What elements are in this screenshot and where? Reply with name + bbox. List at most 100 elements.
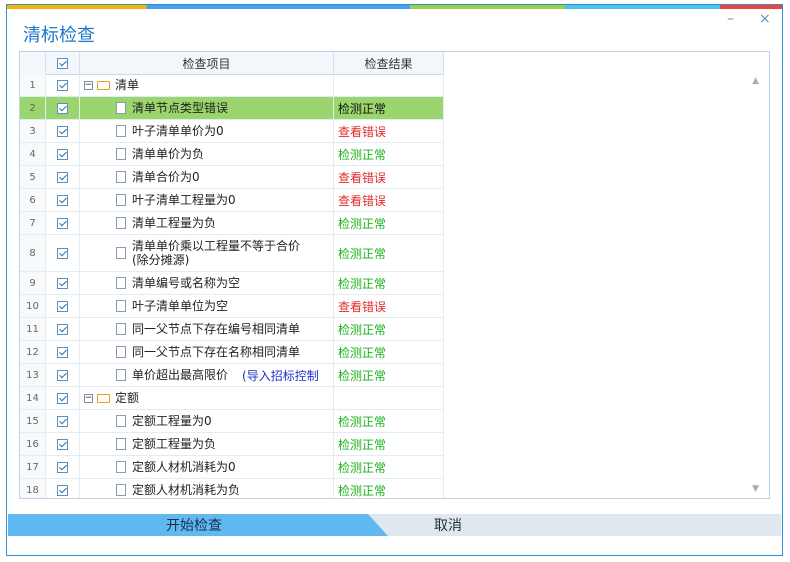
table-row[interactable]: 12 同一父节点下存在名称相同清单 检测正常 <box>20 341 444 364</box>
row-item: 单价超出最高限价 (导入招标控制 <box>80 364 334 386</box>
header-select-all[interactable] <box>46 52 80 74</box>
table-row[interactable]: 9 清单编号或名称为空 检测正常 <box>20 272 444 295</box>
row-item-note: (导入招标控制 <box>242 368 319 383</box>
document-icon <box>116 125 126 137</box>
table-row[interactable]: 18 定额人材机消耗为负 检测正常 <box>20 479 444 498</box>
checkbox-icon[interactable] <box>57 369 68 381</box>
collapse-toggle-icon[interactable]: − <box>84 393 93 403</box>
row-checkbox-cell[interactable] <box>46 295 80 317</box>
row-item-label: 清单单价为负 <box>132 147 205 161</box>
checkbox-icon[interactable] <box>57 461 68 473</box>
scroll-up-icon[interactable]: ▲ <box>752 76 759 86</box>
row-item: 清单合价为0 <box>80 166 334 188</box>
row-checkbox-cell[interactable] <box>46 410 80 432</box>
document-icon <box>116 438 126 450</box>
checkbox-icon[interactable] <box>57 57 68 69</box>
row-checkbox-cell[interactable] <box>46 166 80 188</box>
row-checkbox-cell[interactable] <box>46 97 80 119</box>
row-checkbox-cell[interactable] <box>46 272 80 294</box>
row-checkbox-cell[interactable] <box>46 212 80 234</box>
row-number: 10 <box>20 295 46 317</box>
checkbox-icon[interactable] <box>57 247 68 259</box>
checkbox-icon[interactable] <box>57 194 68 206</box>
checkbox-icon[interactable] <box>57 171 68 183</box>
checkbox-icon[interactable] <box>57 79 68 91</box>
row-checkbox-cell[interactable] <box>46 456 80 478</box>
checkbox-icon[interactable] <box>57 277 68 289</box>
table-row[interactable]: 3 叶子清单单价为0 查看错误 <box>20 120 444 143</box>
row-number: 6 <box>20 189 46 211</box>
checkbox-icon[interactable] <box>57 102 68 114</box>
check-dialog: 清标检查 – × 检查项目 检查结果 1− 清单 2 清单节点类型错误 检测正常 3 叶子清… <box>6 4 783 556</box>
checkbox-icon[interactable] <box>57 125 68 137</box>
row-checkbox-cell[interactable] <box>46 341 80 363</box>
row-item: 同一父节点下存在名称相同清单 <box>80 341 334 363</box>
row-checkbox-cell[interactable] <box>46 364 80 386</box>
row-item: 清单编号或名称为空 <box>80 272 334 294</box>
row-result[interactable]: 查看错误 <box>334 120 444 142</box>
table-row[interactable]: 2 清单节点类型错误 检测正常 <box>20 97 444 120</box>
document-icon <box>116 171 126 183</box>
checkbox-icon[interactable] <box>57 217 68 229</box>
scroll-down-icon[interactable]: ▼ <box>752 484 759 494</box>
row-result[interactable]: 查看错误 <box>334 189 444 211</box>
row-checkbox-cell[interactable] <box>46 120 80 142</box>
row-result: 检测正常 <box>334 433 444 455</box>
checkbox-icon[interactable] <box>57 300 68 312</box>
checkbox-icon[interactable] <box>57 346 68 358</box>
row-checkbox-cell[interactable] <box>46 387 80 409</box>
row-checkbox-cell[interactable] <box>46 235 80 271</box>
table-row[interactable]: 11 同一父节点下存在编号相同清单 检测正常 <box>20 318 444 341</box>
table-row[interactable]: 5 清单合价为0 查看错误 <box>20 166 444 189</box>
document-icon <box>116 415 126 427</box>
row-item-label: 定额人材机消耗为负 <box>132 483 241 497</box>
table-row[interactable]: 10 叶子清单单位为空 查看错误 <box>20 295 444 318</box>
table-row[interactable]: 6 叶子清单工程量为0 查看错误 <box>20 189 444 212</box>
collapse-toggle-icon[interactable]: − <box>84 80 93 90</box>
row-number: 14 <box>20 387 46 409</box>
row-item: 清单单价为负 <box>80 143 334 165</box>
row-checkbox-cell[interactable] <box>46 433 80 455</box>
row-result[interactable]: 查看错误 <box>334 166 444 188</box>
row-item: 定额工程量为0 <box>80 410 334 432</box>
table-row[interactable]: 14 − 定额 <box>20 387 444 410</box>
row-checkbox-cell[interactable] <box>46 143 80 165</box>
row-item-label: 清单 <box>115 78 140 92</box>
row-number: 1 <box>20 74 46 96</box>
row-number: 8 <box>20 235 46 271</box>
document-icon <box>116 484 126 496</box>
row-checkbox-cell[interactable] <box>46 74 80 96</box>
checkbox-icon[interactable] <box>57 484 68 496</box>
row-item: 定额人材机消耗为0 <box>80 456 334 478</box>
grid-rows: 1 − 清单 2 清单节点类型错误 检测正常 3 叶子清单单价为0 查看错误 4 清单单价为负 检测正… <box>20 74 444 498</box>
table-row[interactable]: 13 单价超出最高限价 (导入招标控制 检测正常 <box>20 364 444 387</box>
table-row[interactable]: 15 定额工程量为0 检测正常 <box>20 410 444 433</box>
table-row[interactable]: 16 定额工程量为负 检测正常 <box>20 433 444 456</box>
row-item: 清单节点类型错误 <box>80 97 334 119</box>
row-result[interactable]: 查看错误 <box>334 295 444 317</box>
row-item-label: 定额人材机消耗为0 <box>132 460 236 474</box>
minimize-button[interactable]: – <box>727 11 734 27</box>
checkbox-icon[interactable] <box>57 323 68 335</box>
cancel-button[interactable]: 取消 <box>398 514 498 536</box>
checkbox-icon[interactable] <box>57 438 68 450</box>
close-button[interactable]: × <box>759 11 771 27</box>
row-checkbox-cell[interactable] <box>46 189 80 211</box>
row-number: 16 <box>20 433 46 455</box>
table-row[interactable]: 1 − 清单 <box>20 74 444 97</box>
table-row[interactable]: 4 清单单价为负 检测正常 <box>20 143 444 166</box>
start-check-button[interactable]: 开始检查 <box>8 514 388 536</box>
row-checkbox-cell[interactable] <box>46 318 80 340</box>
row-item-label: 清单编号或名称为空 <box>132 276 241 290</box>
footer-bar: 开始检查 取消 <box>8 514 781 536</box>
row-result <box>334 387 444 409</box>
checkbox-icon[interactable] <box>57 148 68 160</box>
row-item: 定额工程量为负 <box>80 433 334 455</box>
checkbox-icon[interactable] <box>57 415 68 427</box>
table-row[interactable]: 8 清单单价乘以工程量不等于合价 (除分摊源) 检测正常 <box>20 235 444 272</box>
table-row[interactable]: 17 定额人材机消耗为0 检测正常 <box>20 456 444 479</box>
table-row[interactable]: 7 清单工程量为负 检测正常 <box>20 212 444 235</box>
row-item-label: 清单合价为0 <box>132 170 200 184</box>
checkbox-icon[interactable] <box>57 392 68 404</box>
row-checkbox-cell[interactable] <box>46 479 80 498</box>
